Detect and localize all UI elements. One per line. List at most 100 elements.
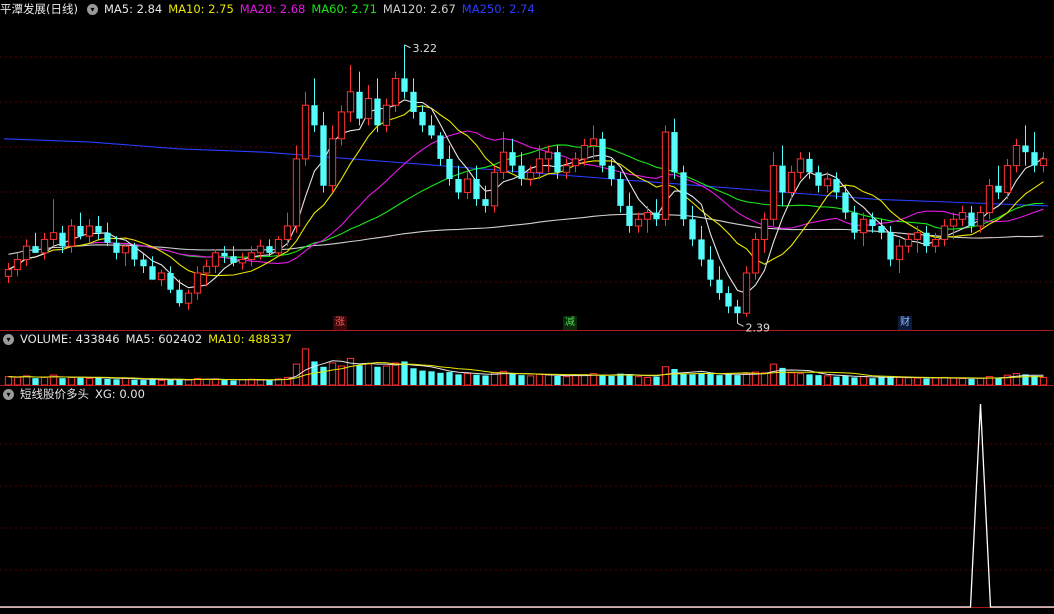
volume-bar-up bbox=[13, 376, 22, 386]
candle-up bbox=[157, 272, 166, 281]
candle-up bbox=[913, 232, 922, 240]
candle-down bbox=[419, 111, 426, 126]
volume-bar-down bbox=[806, 374, 813, 385]
signal-toggle-icon[interactable]: ▾ bbox=[3, 389, 14, 400]
candle-down bbox=[1031, 152, 1038, 166]
volume-bar-down bbox=[77, 377, 84, 385]
volume-bar-down bbox=[608, 375, 615, 385]
candle-down bbox=[95, 226, 102, 233]
volume-bar-down bbox=[419, 370, 426, 385]
candle-down bbox=[401, 78, 408, 92]
candle-down bbox=[779, 165, 786, 193]
volume-bar-down bbox=[455, 374, 462, 385]
ma-indicator-2: MA20: 2.68 bbox=[239, 2, 306, 16]
volume-bar-up bbox=[958, 378, 967, 386]
volume-bar-up bbox=[976, 377, 985, 386]
candle-up bbox=[283, 225, 292, 240]
candle-up bbox=[247, 252, 256, 261]
volume-bar-up bbox=[661, 366, 670, 386]
volume-bar-up bbox=[121, 377, 130, 386]
candle-up bbox=[274, 238, 283, 254]
candle-up bbox=[85, 225, 94, 237]
ma250-line bbox=[3, 138, 1049, 207]
volume-bar-up bbox=[1012, 373, 1021, 386]
volume-bar-down bbox=[320, 366, 327, 385]
volume-bar-down bbox=[599, 375, 606, 385]
volume-bar-down bbox=[671, 369, 678, 385]
volume-bar-down bbox=[554, 375, 561, 385]
candle-down bbox=[356, 91, 363, 119]
candle-up bbox=[13, 259, 22, 271]
volume-value: VOLUME: 433846 bbox=[20, 332, 120, 346]
volume-bar-up bbox=[4, 376, 13, 386]
high-pointer bbox=[404, 44, 411, 49]
price-high-label: 3.22 bbox=[413, 42, 438, 55]
candle-down bbox=[509, 152, 516, 166]
volume-bar-down bbox=[689, 374, 696, 385]
volume-bar-up bbox=[544, 374, 553, 386]
volume-bar-up bbox=[571, 375, 580, 386]
candle-down bbox=[851, 212, 858, 233]
volume-bar-down bbox=[32, 378, 39, 385]
candle-up bbox=[364, 98, 373, 120]
candle-up bbox=[301, 104, 310, 160]
candle-up bbox=[796, 158, 805, 173]
candle-down bbox=[626, 205, 633, 226]
candle-up bbox=[346, 91, 355, 113]
candle-down bbox=[104, 232, 111, 243]
candle-down bbox=[32, 246, 39, 253]
ma-indicator-3: MA60: 2.71 bbox=[311, 2, 377, 16]
volume-bar-down bbox=[1031, 375, 1038, 385]
volume-toggle-icon[interactable]: ▾ bbox=[3, 334, 14, 345]
candle-up bbox=[859, 218, 868, 234]
candle-down bbox=[455, 179, 462, 193]
signal-panel-header: ▾ 短线股价多头 XG: 0.00 bbox=[0, 385, 151, 403]
volume-bar-down bbox=[473, 374, 480, 385]
volume-bar-up bbox=[904, 377, 913, 386]
candle-down bbox=[230, 256, 237, 263]
stock-chart-window[interactable]: 3.22 2.39 平潭发展(日线) ▾ MA5: 2.84 MA10: 2.75 MA2… bbox=[0, 0, 1054, 611]
candle-up bbox=[184, 292, 193, 304]
candle-up bbox=[121, 245, 130, 254]
collapse-toggle-icon[interactable]: ▾ bbox=[86, 4, 98, 15]
candle-up bbox=[463, 178, 472, 193]
candle-up bbox=[634, 218, 643, 227]
volume-bar-down bbox=[734, 375, 741, 385]
candle-down bbox=[734, 306, 741, 314]
candle-down bbox=[887, 232, 894, 260]
volume-bar-up bbox=[787, 372, 796, 386]
volume-bar-down bbox=[995, 377, 1002, 385]
volume-bar-down bbox=[716, 375, 723, 385]
volume-bar-down bbox=[725, 374, 732, 385]
candle-down bbox=[833, 179, 840, 193]
marker-finance[interactable]: 财 bbox=[898, 316, 912, 330]
marker-rise[interactable]: 涨 bbox=[333, 316, 347, 330]
ma-indicator-0: MA5: 2.84 bbox=[103, 2, 163, 16]
marker-reduce[interactable]: 减 bbox=[563, 316, 577, 330]
volume-bar-up bbox=[40, 376, 49, 386]
candle-down bbox=[671, 132, 678, 173]
volume-bar-down bbox=[968, 378, 975, 385]
volume-bar-down bbox=[230, 380, 237, 385]
volume-bar-up bbox=[913, 377, 922, 386]
candle-down bbox=[968, 212, 975, 226]
candle-down bbox=[167, 272, 174, 290]
candle-up bbox=[256, 245, 265, 254]
volume-bar-up bbox=[526, 375, 535, 386]
candle-up bbox=[769, 165, 778, 220]
volume-bar-down bbox=[842, 375, 849, 385]
volume-bar-up bbox=[238, 379, 247, 386]
candle-down bbox=[707, 259, 714, 280]
volume-bar-down bbox=[59, 378, 66, 385]
price-low-label: 2.39 bbox=[746, 321, 771, 334]
candle-down bbox=[725, 293, 732, 307]
chart-canvas[interactable]: 3.22 2.39 bbox=[0, 0, 1054, 611]
candle-down bbox=[266, 246, 273, 253]
volume-bar-down bbox=[851, 377, 858, 385]
volume-bar-down bbox=[437, 372, 444, 385]
volume-ma5-line bbox=[8, 360, 1044, 381]
candle-up bbox=[787, 171, 796, 193]
candle-up bbox=[193, 272, 202, 294]
volume-bar-down bbox=[869, 378, 876, 385]
candle-up bbox=[742, 272, 751, 314]
